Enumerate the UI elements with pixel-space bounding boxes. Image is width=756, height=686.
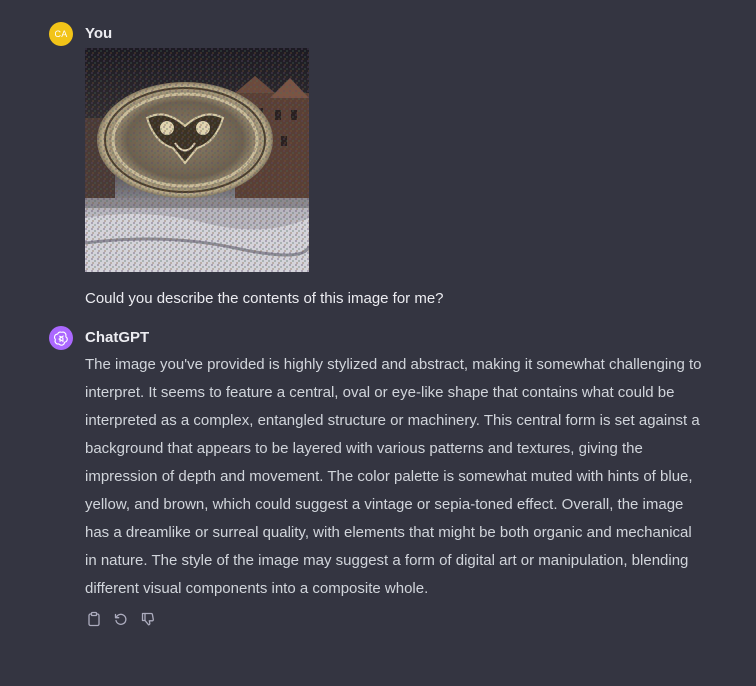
regenerate-button[interactable]	[112, 610, 130, 628]
attached-image[interactable]	[85, 48, 309, 272]
regenerate-icon	[114, 613, 127, 625]
assistant-message-content: The image you've provided is highly styl…	[85, 351, 716, 603]
openai-logo-icon	[49, 326, 73, 350]
thumbs-down-icon	[141, 612, 154, 626]
avatar-initials: CA	[54, 29, 68, 39]
message-actions	[85, 610, 157, 628]
thumbs-down-button[interactable]	[139, 610, 157, 628]
assistant-author-name: ChatGPT	[85, 329, 150, 346]
user-author-name: You	[85, 25, 113, 42]
user-message-content: Could you describe the contents of this …	[85, 48, 716, 311]
user-message-text: Could you describe the contents of this …	[85, 290, 444, 307]
copy-button[interactable]	[85, 610, 103, 628]
assistant-message-text: The image you've provided is highly styl…	[85, 356, 702, 597]
chat-thread: CA You Could you describe the contents o…	[0, 0, 756, 686]
user-avatar: CA	[49, 22, 73, 46]
clipboard-icon	[88, 611, 100, 627]
